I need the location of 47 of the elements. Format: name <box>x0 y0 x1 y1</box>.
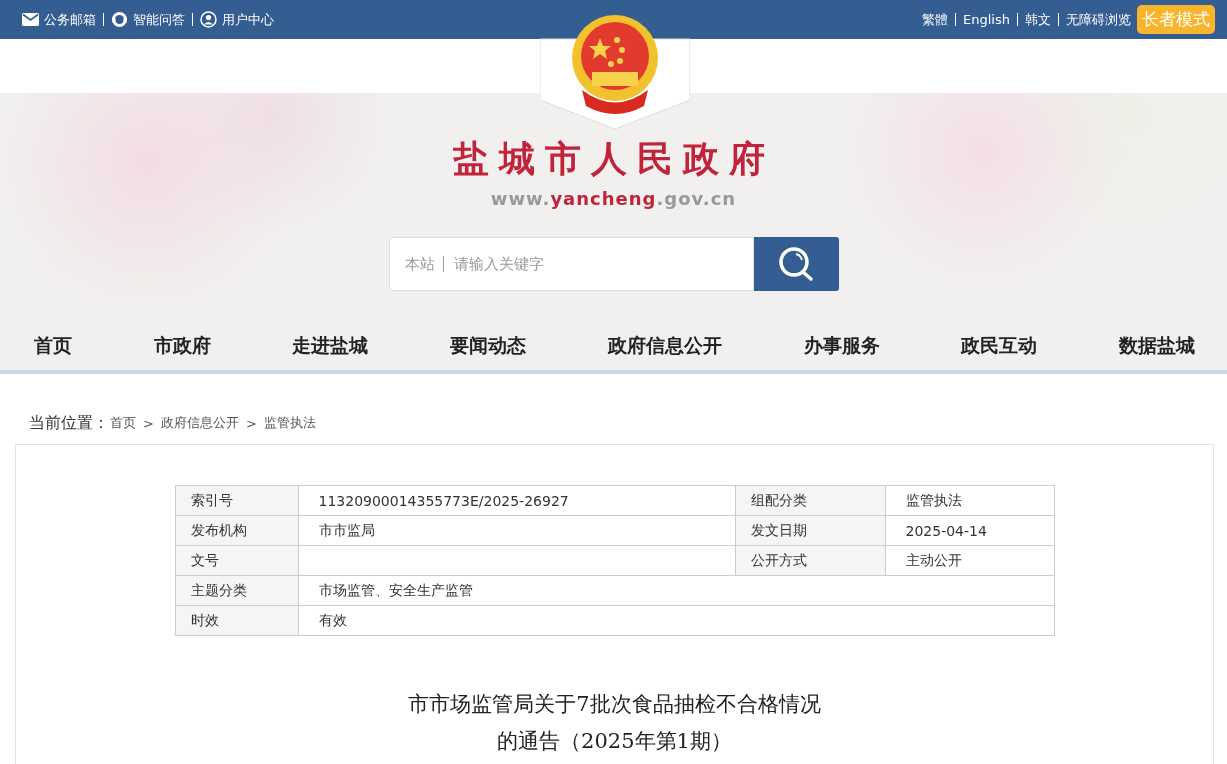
field-value-cell: 主动公开 <box>885 545 1054 576</box>
field-value-cell: 2025-04-14 <box>885 515 1054 546</box>
field-label-cell: 文号 <box>175 545 298 576</box>
top-link[interactable]: 用户中心 <box>200 10 274 29</box>
top-link-label: 用户中心 <box>222 10 274 29</box>
top-link[interactable]: 公务邮箱 <box>22 10 96 29</box>
field-value-cell: 市场监管、安全生产监管 <box>298 575 1054 606</box>
field-value-cell: 市市监局 <box>298 515 735 546</box>
nav-item[interactable]: 政府信息公开 <box>607 333 722 359</box>
article-title: 市市场监管局关于7批次食品抽检不合格情况 <box>408 691 821 718</box>
search-button[interactable] <box>753 237 839 291</box>
field-label-cell: 发布机构 <box>175 515 298 546</box>
breadcrumb-link[interactable]: 首页 <box>110 414 136 432</box>
top-link-label: 智能问答 <box>133 10 185 29</box>
mail-icon <box>22 13 39 26</box>
language-link[interactable]: 繁體 <box>922 10 949 29</box>
article-title: 的通告（2025年第1期） <box>496 728 733 755</box>
breadcrumb-separator: > <box>143 415 154 431</box>
nav-item[interactable]: 政民互动 <box>961 333 1038 359</box>
site-name: 盐城市人民政府 <box>452 137 775 181</box>
breadcrumb-label: 当前位置： <box>29 412 109 434</box>
nav-item[interactable]: 首页 <box>34 333 72 359</box>
field-value-cell: 11320900014355773E/2025-26927 <box>298 485 735 516</box>
site-url: www.yancheng.gov.cn <box>490 188 737 209</box>
nav-item[interactable]: 市政府 <box>153 333 211 359</box>
field-value-cell: 有效 <box>298 605 1054 636</box>
breadcrumb-link[interactable]: 政府信息公开 <box>160 414 239 432</box>
field-label-cell: 索引号 <box>175 485 298 516</box>
field-label-cell: 主题分类 <box>175 575 298 606</box>
top-link[interactable]: 智能问答 <box>111 10 185 29</box>
field-value-cell: 监管执法 <box>885 485 1054 516</box>
nav-item[interactable]: 要闻动态 <box>450 333 527 359</box>
nav-item[interactable]: 数据盐城 <box>1118 333 1195 359</box>
field-label-cell: 时效 <box>175 605 298 636</box>
breadcrumb-separator: > <box>245 415 257 431</box>
nav-item[interactable]: 走进盐城 <box>292 333 369 359</box>
field-label-cell: 发文日期 <box>735 515 885 546</box>
field-label-cell: 组配分类 <box>735 485 885 516</box>
breadcrumb-link[interactable]: 监管执法 <box>263 414 316 432</box>
top-link-label: 公务邮箱 <box>44 10 96 29</box>
field-label-cell: 公开方式 <box>735 545 885 576</box>
language-link[interactable]: English <box>963 12 1010 27</box>
nav-item[interactable]: 办事服务 <box>803 333 880 359</box>
user-icon <box>200 11 217 28</box>
language-link[interactable]: 无障碍浏览 <box>1066 10 1131 29</box>
language-link[interactable]: 韩文 <box>1025 10 1051 29</box>
search-icon <box>776 244 816 284</box>
